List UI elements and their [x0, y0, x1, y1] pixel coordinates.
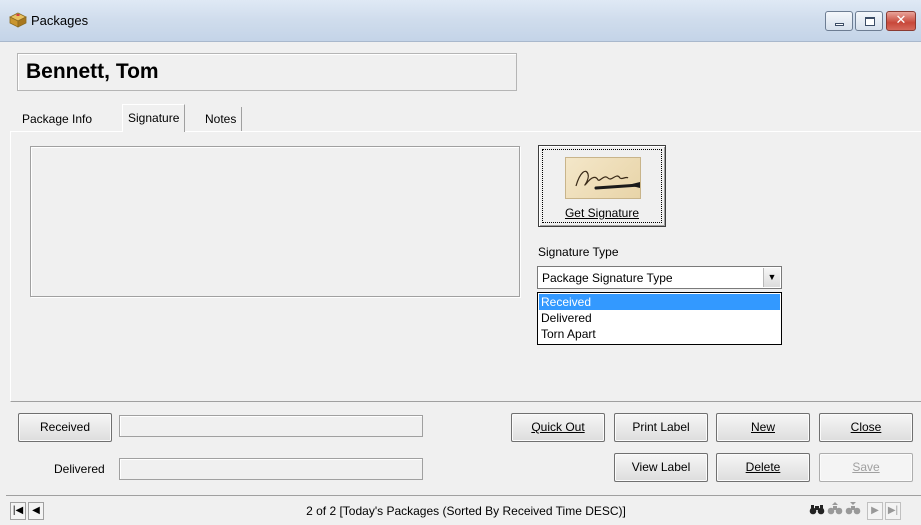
- signature-display-area: [30, 146, 520, 297]
- get-signature-label: Get Signature: [564, 206, 640, 220]
- option-torn-apart[interactable]: Torn Apart: [539, 326, 780, 342]
- close-button[interactable]: Close: [819, 413, 913, 442]
- delivered-field: [119, 458, 423, 480]
- maximize-icon: [865, 17, 875, 26]
- minimize-button[interactable]: [825, 11, 853, 31]
- print-label-button[interactable]: Print Label: [614, 413, 708, 442]
- tab-notes[interactable]: Notes: [200, 107, 243, 131]
- last-record-icon[interactable]: ▶|: [885, 502, 901, 520]
- signature-type-label: Signature Type: [538, 245, 619, 259]
- view-label-button[interactable]: View Label: [614, 453, 708, 482]
- quick-out-button[interactable]: Quick Out: [511, 413, 605, 442]
- received-field: [119, 415, 423, 437]
- close-icon: ✕: [895, 13, 907, 28]
- window-close-button[interactable]: ✕: [886, 11, 916, 31]
- signature-pen-icon: [565, 157, 641, 199]
- find-next-icon[interactable]: [827, 502, 843, 520]
- first-record-icon[interactable]: |◀: [10, 502, 26, 520]
- signature-type-options-list: Received Delivered Torn Apart: [537, 292, 782, 345]
- minimize-icon: [835, 23, 844, 26]
- record-status: 2 of 2 [Today's Packages (Sorted By Rece…: [306, 504, 626, 518]
- save-button[interactable]: Save: [819, 453, 913, 482]
- tab-signature[interactable]: Signature: [122, 104, 186, 132]
- window-title: Packages: [31, 13, 89, 28]
- find-prev-icon[interactable]: [845, 502, 861, 520]
- customer-name-box: Bennett, Tom: [17, 53, 517, 91]
- next-record-icon[interactable]: ▶: [867, 502, 883, 520]
- record-navigation-bar: |◀ ◀ 2 of 2 [Today's Packages (Sorted By…: [6, 495, 921, 525]
- title-bar: Packages ✕: [0, 0, 921, 42]
- prev-record-icon[interactable]: ◀: [28, 502, 44, 520]
- new-button[interactable]: New: [716, 413, 810, 442]
- tab-package-info[interactable]: Package Info: [17, 107, 97, 131]
- get-signature-button[interactable]: Get Signature: [538, 145, 666, 227]
- customer-name: Bennett, Tom: [26, 60, 159, 83]
- package-app-icon: [9, 12, 27, 28]
- delivered-label: Delivered: [54, 462, 105, 476]
- option-received[interactable]: Received: [539, 294, 780, 310]
- maximize-button[interactable]: [855, 11, 883, 31]
- received-button[interactable]: Received: [18, 413, 112, 442]
- chevron-down-icon[interactable]: ▼: [763, 268, 780, 287]
- delete-button[interactable]: Delete: [716, 453, 810, 482]
- option-delivered[interactable]: Delivered: [539, 310, 780, 326]
- find-icon[interactable]: [809, 502, 825, 520]
- signature-type-value: Package Signature Type: [542, 271, 673, 285]
- signature-type-dropdown[interactable]: Package Signature Type ▼: [537, 266, 782, 289]
